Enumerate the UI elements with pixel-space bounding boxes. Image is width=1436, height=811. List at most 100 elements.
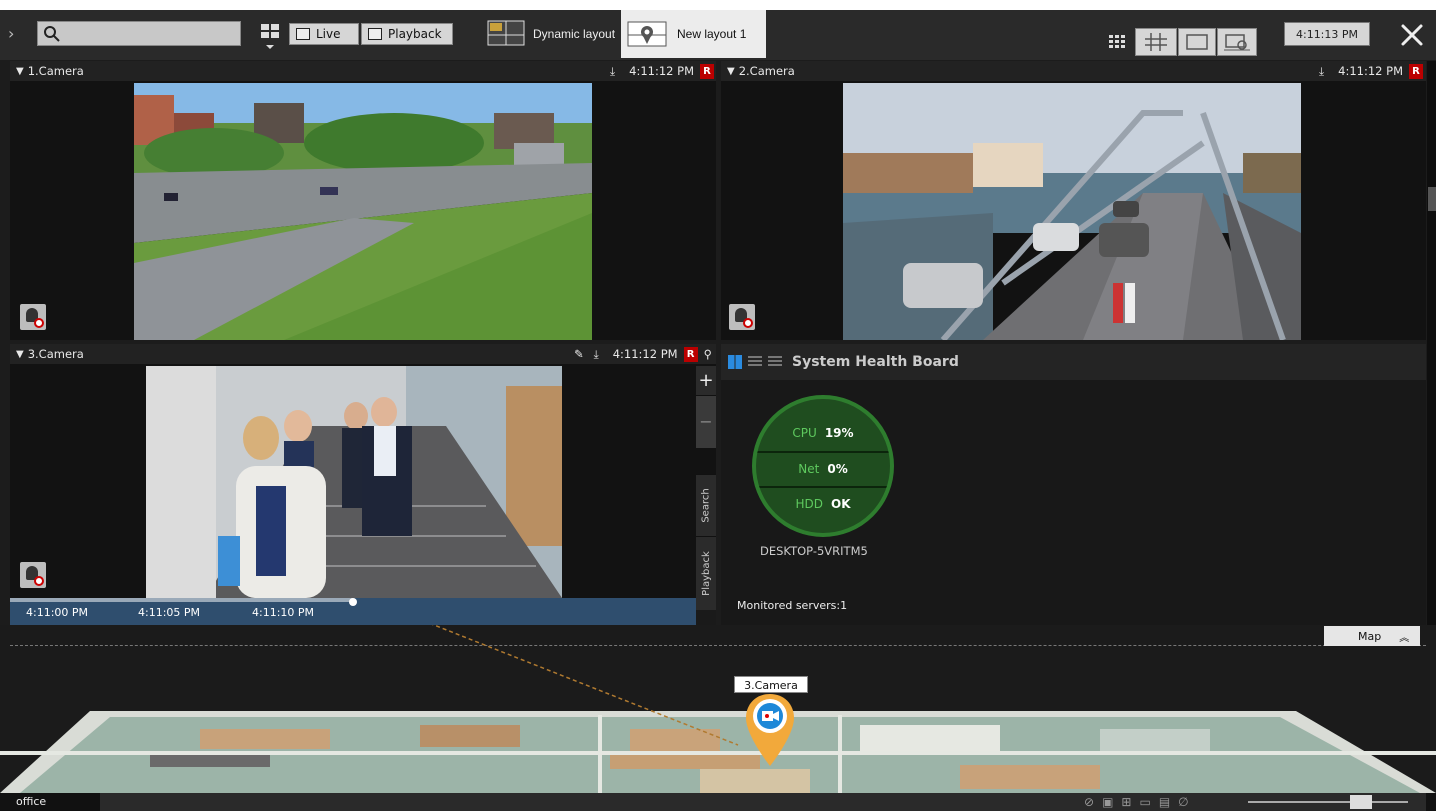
record-button[interactable] bbox=[20, 304, 46, 330]
camera-3-time: 4:11:12 PM bbox=[612, 347, 678, 361]
timeline-tick: 4:11:10 PM bbox=[252, 606, 315, 619]
volume-slider[interactable] bbox=[1248, 795, 1408, 809]
add-window-icon[interactable]: ⊞ bbox=[1121, 795, 1131, 809]
camera-1-name: 1.Camera bbox=[27, 64, 84, 78]
camera-2-header: ▼ 2.Camera ⤓ 4:11:12 PM R bbox=[721, 61, 1426, 81]
volume-knob[interactable] bbox=[1350, 795, 1372, 809]
settings-button[interactable] bbox=[1397, 18, 1427, 52]
timeline-progress bbox=[10, 598, 353, 602]
table-view-icon[interactable] bbox=[768, 356, 782, 368]
net-label: Net bbox=[798, 462, 820, 476]
live-label: Live bbox=[316, 27, 341, 41]
download-icon[interactable]: ⤓ bbox=[610, 64, 615, 79]
search-side-label: Search bbox=[700, 488, 712, 523]
layout-grid-icon bbox=[261, 24, 279, 49]
map-area[interactable]: Map ︽ 3.Camera bbox=[0, 625, 1436, 793]
status-icons: ⊘ ▣ ⊞ ▭ ▤ ∅ bbox=[1084, 793, 1234, 811]
hdd-label: HDD bbox=[795, 497, 823, 511]
grid-view-button[interactable] bbox=[1106, 30, 1128, 52]
monitor-icon[interactable]: ▭ bbox=[1139, 795, 1150, 809]
camera-1-video bbox=[134, 83, 592, 340]
playback-side-tab[interactable]: Playback bbox=[696, 536, 716, 610]
timeline-tick: 4:11:05 PM bbox=[138, 606, 201, 619]
app-window: › Live Playback Dynamic layout New layou… bbox=[0, 0, 1436, 811]
playback-side-label: Playback bbox=[700, 551, 712, 596]
camera-menu-icon[interactable]: ▼ bbox=[16, 349, 24, 360]
playback-icon bbox=[368, 28, 382, 40]
camera-2-time: 4:11:12 PM bbox=[1338, 64, 1403, 78]
search-side-tab[interactable]: Search bbox=[696, 474, 716, 536]
search-icon bbox=[44, 26, 60, 42]
hash-grid-button[interactable] bbox=[1135, 28, 1177, 56]
cpu-value: 19% bbox=[824, 426, 854, 440]
floppy-icon[interactable]: ▤ bbox=[1159, 795, 1170, 809]
server-health-gauge[interactable]: CPU 19% Net 0% HDD OK bbox=[752, 395, 894, 537]
camera-3-timeline[interactable]: 4:11:00 PM 4:11:05 PM 4:11:10 PM bbox=[10, 598, 696, 625]
single-view-button[interactable] bbox=[1178, 28, 1216, 56]
tab-dynamic-layout[interactable]: Dynamic layout bbox=[481, 10, 621, 58]
search-input[interactable] bbox=[37, 21, 241, 46]
camera-menu-icon[interactable]: ▼ bbox=[727, 66, 735, 77]
record-button[interactable] bbox=[20, 562, 46, 588]
edit-icon[interactable]: ✎ bbox=[574, 347, 584, 361]
download-icon[interactable]: ⤓ bbox=[1319, 64, 1324, 79]
camera-menu-icon[interactable]: ▼ bbox=[16, 66, 24, 77]
camera-2-video bbox=[843, 83, 1301, 340]
tools-icon bbox=[1401, 24, 1423, 46]
rec-icon bbox=[34, 576, 44, 586]
clock: 4:11:13 PM bbox=[1284, 22, 1370, 46]
camera-pin-label: 3.Camera bbox=[734, 676, 808, 693]
list-view-icon[interactable] bbox=[748, 356, 762, 368]
monitored-servers: Monitored servers:1 bbox=[737, 599, 848, 612]
camera-3-pane[interactable]: ▼ 3.Camera ✎ ⤓ 4:11:12 PM R ⚲ + − Search… bbox=[10, 344, 716, 625]
right-side-scroll[interactable] bbox=[1428, 187, 1436, 211]
camera-2-pane[interactable]: ▼ 2.Camera ⤓ 4:11:12 PM R bbox=[721, 61, 1426, 340]
camera-3-video bbox=[146, 366, 562, 598]
expand-panel-button[interactable]: › bbox=[8, 20, 20, 48]
hash-grid-icon bbox=[1145, 33, 1167, 51]
live-button[interactable]: Live bbox=[289, 23, 359, 45]
rec-icon bbox=[34, 318, 44, 328]
rec-badge: R bbox=[700, 63, 714, 79]
status-bar: office ⊘ ▣ ⊞ ▭ ▤ ∅ bbox=[0, 793, 1436, 811]
mic-off-icon[interactable]: ∅ bbox=[1178, 795, 1188, 809]
layout-name: office bbox=[16, 795, 47, 808]
rec-badge: R bbox=[1409, 63, 1423, 79]
grid-view-icon bbox=[1109, 35, 1125, 48]
timeline-tick: 4:11:00 PM bbox=[26, 606, 89, 619]
timeline-cursor[interactable] bbox=[349, 598, 357, 606]
tiles-view-icon[interactable] bbox=[728, 355, 742, 369]
camera-3-name: 3.Camera bbox=[27, 347, 84, 361]
tab-new-layout-label: New layout 1 bbox=[677, 27, 747, 41]
camera-2-name: 2.Camera bbox=[738, 64, 795, 78]
health-title: System Health Board bbox=[792, 354, 959, 370]
camera-off-icon[interactable]: ⊘ bbox=[1084, 795, 1094, 809]
single-view-icon bbox=[1186, 34, 1208, 50]
camera-3-side-controls: + − Search Playback bbox=[696, 366, 716, 625]
net-value: 0% bbox=[827, 462, 848, 476]
hdd-row: HDD OK bbox=[756, 486, 890, 520]
cpu-row: CPU 19% bbox=[756, 416, 890, 450]
zoom-out-button[interactable]: − bbox=[696, 396, 716, 448]
floor-plan bbox=[0, 625, 1436, 793]
dynamic-layout-icon bbox=[487, 20, 525, 46]
rec-icon bbox=[743, 318, 753, 328]
map-view-icon bbox=[1224, 34, 1250, 51]
tab-new-layout-1[interactable]: New layout 1 bbox=[621, 10, 766, 58]
map-pin-icon[interactable]: ⚲ bbox=[704, 347, 712, 361]
net-row: Net 0% bbox=[756, 451, 890, 485]
rec-badge: R bbox=[683, 346, 698, 362]
cpu-label: CPU bbox=[792, 426, 817, 440]
camera-pin-icon[interactable] bbox=[744, 692, 796, 770]
playback-label: Playback bbox=[388, 27, 442, 41]
camera-1-pane[interactable]: ▼ 1.Camera ⤓ 4:11:12 PM R bbox=[10, 61, 716, 340]
layout-grid-button[interactable] bbox=[257, 18, 283, 54]
record-button[interactable] bbox=[729, 304, 755, 330]
download-icon[interactable]: ⤓ bbox=[594, 347, 599, 362]
side-spacer bbox=[696, 448, 716, 474]
window-icon[interactable]: ▣ bbox=[1102, 795, 1113, 809]
zoom-in-button[interactable]: + bbox=[696, 366, 716, 396]
map-view-button[interactable] bbox=[1217, 28, 1257, 56]
playback-button[interactable]: Playback bbox=[361, 23, 453, 45]
health-header: System Health Board bbox=[721, 344, 1426, 380]
